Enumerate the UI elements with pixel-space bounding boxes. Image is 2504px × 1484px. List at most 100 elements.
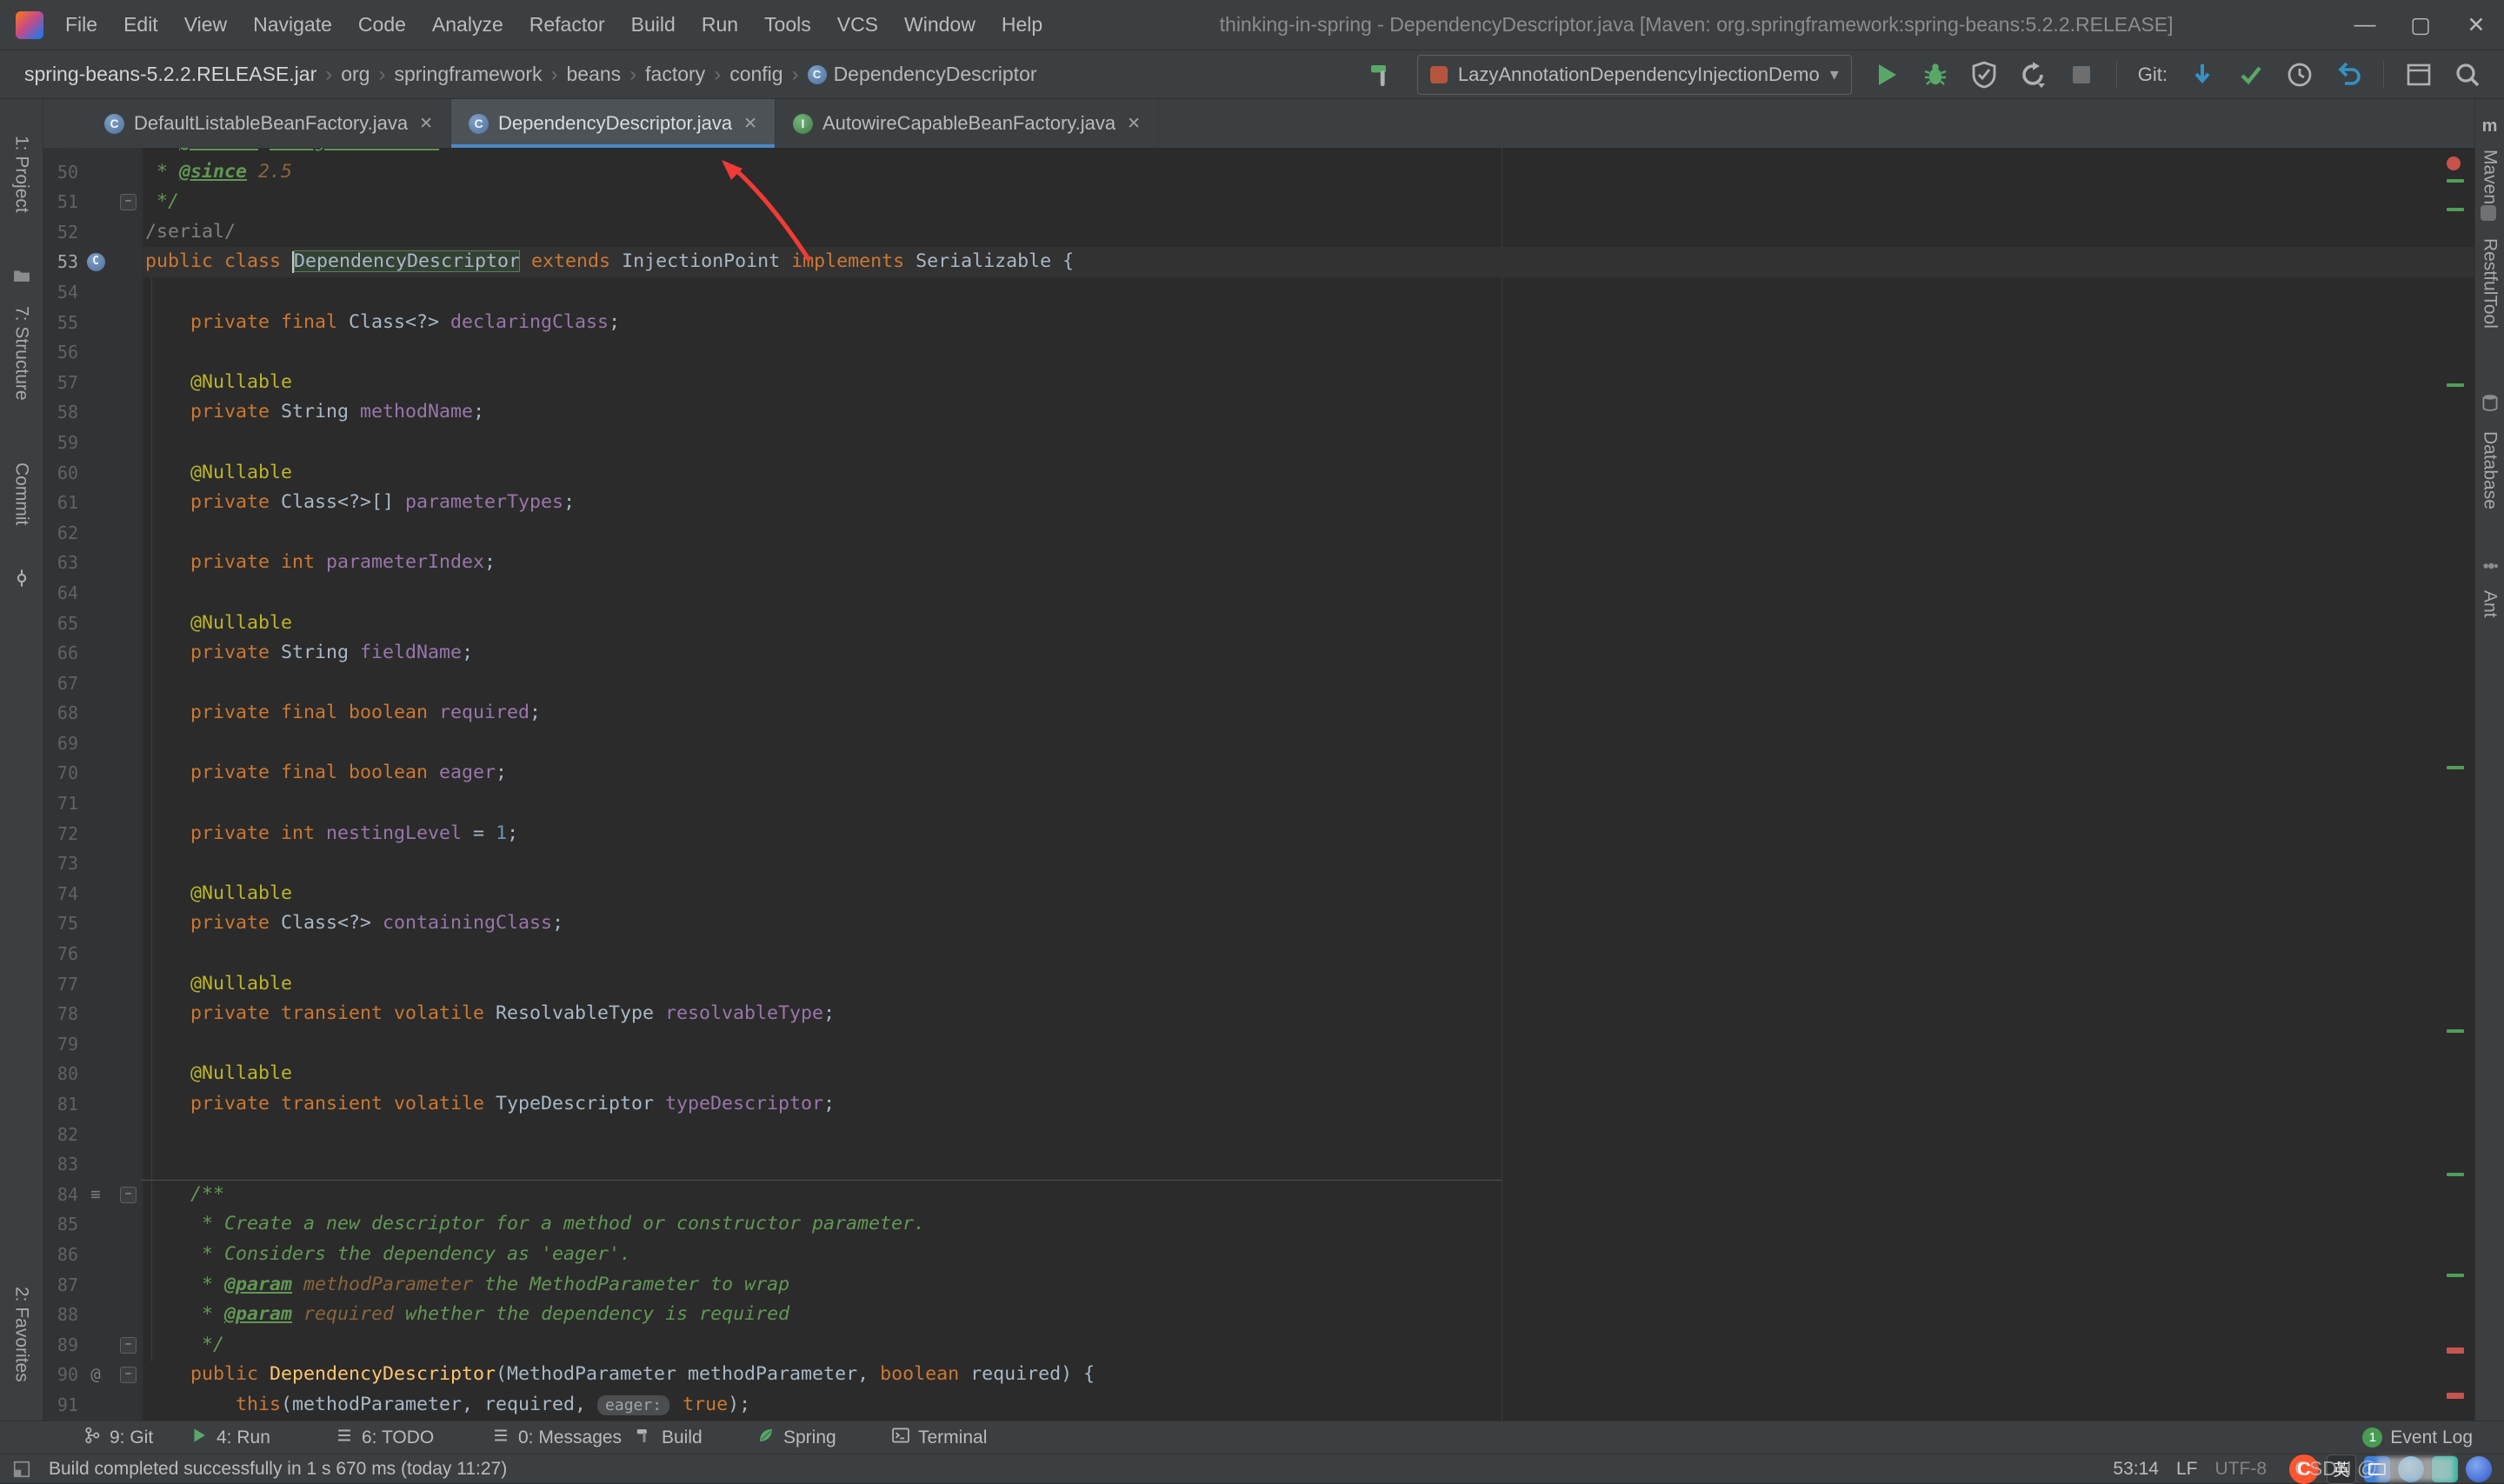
code-line[interactable]: 64 bbox=[43, 578, 2474, 609]
toolwindow-commit[interactable]: Commit bbox=[11, 463, 32, 525]
code-line[interactable]: 91 this(methodParameter, required, eager… bbox=[43, 1390, 2474, 1421]
code-line[interactable]: 89 − */ bbox=[43, 1330, 2474, 1361]
code-line[interactable]: 57 @Nullable bbox=[43, 368, 2474, 398]
stripe-mark-green[interactable] bbox=[2447, 179, 2464, 183]
update-project-button[interactable] bbox=[2188, 61, 2216, 89]
line-number[interactable]: 91 bbox=[43, 1390, 78, 1421]
editor-tab-dependencydescriptor-java[interactable]: C DependencyDescriptor.java ✕ bbox=[451, 99, 776, 148]
line-number[interactable]: 66 bbox=[43, 638, 78, 669]
line-number[interactable]: 88 bbox=[43, 1300, 78, 1330]
toolwindow-database[interactable]: Database bbox=[2480, 431, 2501, 509]
close-icon[interactable]: ✕ bbox=[419, 114, 433, 134]
stripe-mark-green[interactable] bbox=[2447, 1173, 2464, 1176]
line-number[interactable]: 74 bbox=[43, 879, 78, 909]
database-icon[interactable] bbox=[2481, 393, 2500, 412]
code-line[interactable]: 70 private final boolean eager; bbox=[43, 758, 2474, 789]
code-line[interactable]: 74 @Nullable bbox=[43, 879, 2474, 909]
menu-file[interactable]: File bbox=[52, 0, 110, 50]
toolwindow-switcher-icon[interactable] bbox=[12, 1460, 31, 1479]
code-line[interactable]: 59 bbox=[43, 428, 2474, 458]
line-number[interactable]: 85 bbox=[43, 1209, 78, 1240]
code-line[interactable]: 53 Cpublic class DependencyDescriptor ext… bbox=[43, 247, 2474, 277]
caret-position-widget[interactable]: 53:14 bbox=[2113, 1459, 2159, 1480]
history-button[interactable] bbox=[2286, 61, 2314, 89]
profiler-button[interactable] bbox=[2019, 61, 2047, 89]
code-line[interactable]: 62 bbox=[43, 518, 2474, 549]
error-stripe[interactable] bbox=[2434, 148, 2474, 1421]
toolwindow-restfultool[interactable]: RestfulTool bbox=[2480, 238, 2501, 329]
menu-refactor[interactable]: Refactor bbox=[516, 0, 618, 50]
menu-tools[interactable]: Tools bbox=[751, 0, 824, 50]
line-number[interactable]: 50 bbox=[43, 157, 78, 188]
line-number[interactable]: 63 bbox=[43, 548, 78, 578]
code-line[interactable]: 66 private String fieldName; bbox=[43, 638, 2474, 669]
menu-code[interactable]: Code bbox=[345, 0, 419, 50]
line-number[interactable]: 83 bbox=[43, 1149, 78, 1180]
toolwindow-terminal[interactable]: Terminal bbox=[891, 1421, 987, 1454]
maximize-button[interactable]: ▢ bbox=[2393, 0, 2448, 50]
fold-marker[interactable]: − bbox=[113, 187, 143, 217]
line-number[interactable]: 84 bbox=[43, 1180, 78, 1210]
breadcrumb-item[interactable]: C DependencyDescriptor bbox=[807, 63, 1037, 86]
line-number[interactable]: 58 bbox=[43, 397, 78, 428]
line-number[interactable]: 90 bbox=[43, 1360, 78, 1390]
toolwindow-build[interactable]: Build bbox=[635, 1421, 703, 1454]
breadcrumb-item[interactable]: springframework bbox=[394, 63, 542, 86]
line-number[interactable]: 52 bbox=[43, 217, 78, 248]
close-icon[interactable]: ✕ bbox=[743, 114, 757, 134]
code-line[interactable]: 51 − */ bbox=[43, 187, 2474, 217]
at-gutter-icon[interactable]: @ bbox=[78, 1360, 113, 1390]
ant-icon[interactable] bbox=[2481, 556, 2500, 576]
line-number[interactable]: 53 bbox=[43, 247, 78, 277]
breadcrumb-item[interactable]: config bbox=[729, 63, 782, 86]
stripe-mark-green[interactable] bbox=[2447, 208, 2464, 211]
menu-vcs[interactable]: VCS bbox=[824, 0, 891, 50]
stop-button[interactable] bbox=[2068, 61, 2095, 89]
stripe-mark-red[interactable] bbox=[2447, 1393, 2464, 1399]
fold-marker[interactable]: − bbox=[113, 1330, 143, 1361]
line-number[interactable]: 89 bbox=[43, 1330, 78, 1361]
code-line[interactable]: 65 @Nullable bbox=[43, 609, 2474, 639]
code-line[interactable]: 90 @ − public DependencyDescriptor(MethodP… bbox=[43, 1360, 2474, 1390]
line-number[interactable]: 75 bbox=[43, 908, 78, 939]
debug-button[interactable] bbox=[1921, 61, 1949, 89]
toolwindow-1-project[interactable]: 1: Project bbox=[11, 136, 32, 213]
line-number[interactable]: 55 bbox=[43, 308, 78, 338]
encoding-widget[interactable]: UTF-8 bbox=[2215, 1459, 2268, 1480]
line-number[interactable]: 70 bbox=[43, 758, 78, 789]
line-number[interactable]: 68 bbox=[43, 698, 78, 729]
line-number[interactable]: 49 bbox=[43, 148, 78, 157]
line-number[interactable]: 73 bbox=[43, 848, 78, 879]
line-number[interactable]: 79 bbox=[43, 1029, 78, 1060]
line-number[interactable]: 80 bbox=[43, 1059, 78, 1089]
line-separator-widget[interactable]: LF bbox=[2176, 1459, 2198, 1480]
run-config-select[interactable]: LazyAnnotationDependencyInjectionDemo ▾ bbox=[1416, 54, 1852, 95]
toolwindow-spring[interactable]: Spring bbox=[756, 1421, 836, 1454]
code-line[interactable]: 52/serial/ bbox=[43, 217, 2474, 248]
menu-help[interactable]: Help bbox=[989, 0, 1056, 50]
code-line[interactable]: 85 * Create a new descriptor for a metho… bbox=[43, 1209, 2474, 1240]
editor-tab-defaultlistablebeanfactory-java[interactable]: C DefaultListableBeanFactory.java ✕ bbox=[87, 99, 452, 148]
menu-view[interactable]: View bbox=[171, 0, 240, 50]
menu-navigate[interactable]: Navigate bbox=[240, 0, 345, 50]
code-line[interactable]: 81 private transient volatile TypeDescri… bbox=[43, 1089, 2474, 1120]
stripe-mark-green[interactable] bbox=[2447, 1029, 2464, 1033]
line-number[interactable]: 69 bbox=[43, 729, 78, 759]
line-number[interactable]: 51 bbox=[43, 187, 78, 217]
inspection-error-indicator-icon[interactable] bbox=[2447, 156, 2461, 170]
coverage-button[interactable] bbox=[1970, 61, 1998, 89]
rollback-button[interactable] bbox=[2334, 61, 2362, 89]
toolwindow-9-git[interactable]: 9: Git bbox=[83, 1421, 153, 1454]
line-number[interactable]: 57 bbox=[43, 368, 78, 398]
line-number[interactable]: 77 bbox=[43, 969, 78, 1000]
menu-build[interactable]: Build bbox=[618, 0, 689, 50]
search-everywhere-button[interactable] bbox=[2454, 61, 2481, 89]
editor-tab-autowirecapablebeanfactory-java[interactable]: I AutowireCapableBeanFactory.java ✕ bbox=[776, 99, 1160, 148]
class-gutter-icon[interactable]: C bbox=[78, 247, 113, 277]
code-line[interactable]: 78 private transient volatile Resolvable… bbox=[43, 999, 2474, 1029]
doc-gutter-icon[interactable]: ≡ bbox=[78, 1180, 113, 1210]
breadcrumb-item[interactable]: spring-beans-5.2.2.RELEASE.jar bbox=[24, 63, 316, 86]
code-line[interactable]: 75 private Class<?> containingClass; bbox=[43, 908, 2474, 939]
breadcrumb-item[interactable]: org bbox=[341, 63, 370, 86]
stripe-mark-green[interactable] bbox=[2447, 766, 2464, 769]
